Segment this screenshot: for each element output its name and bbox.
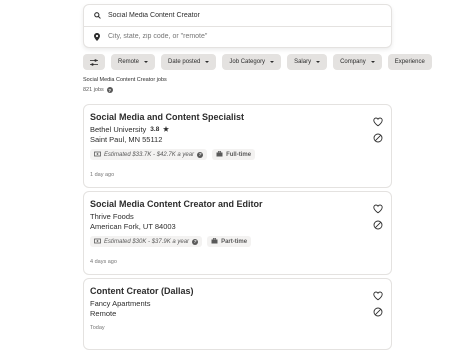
results-count-text: 821 jobs xyxy=(83,87,104,93)
caret-down-icon xyxy=(370,61,375,63)
salary-tag: Estimated $30K - $37.9K a year ? xyxy=(90,236,203,247)
filter-job-category[interactable]: Job Category xyxy=(222,54,282,70)
filter-label: Date posted xyxy=(168,59,201,65)
salary-tag: Estimated $33.7K - $42.7K a year ? xyxy=(90,149,208,160)
company-line: Thrive Foods xyxy=(90,212,134,221)
what-input[interactable] xyxy=(108,12,368,19)
company-name[interactable]: Fancy Apartments xyxy=(90,299,150,308)
job-card[interactable]: Social Media and Content Specialist Beth… xyxy=(83,104,392,188)
results-title: Social Media Content Creator jobs xyxy=(83,77,167,83)
what-row xyxy=(84,5,391,27)
company-line: Fancy Apartments xyxy=(90,299,150,308)
company-rating: 3.8 xyxy=(150,126,160,133)
filter-label: Salary xyxy=(294,59,312,65)
filter-remote[interactable]: Remote xyxy=(111,54,156,70)
sliders-icon xyxy=(90,53,98,71)
money-icon xyxy=(94,238,101,246)
caret-down-icon xyxy=(205,61,210,63)
where-row xyxy=(84,26,391,47)
briefcase-icon xyxy=(211,237,218,246)
job-card[interactable]: Content Creator (Dallas) Fancy Apartment… xyxy=(83,278,392,350)
help-icon[interactable]: ? xyxy=(197,151,204,158)
filter-label: Job Category xyxy=(229,59,266,65)
job-type-text: Part-time xyxy=(221,238,248,245)
company-name[interactable]: Bethel University xyxy=(90,125,146,134)
filter-label: Experience xyxy=(394,59,425,65)
company-line: Bethel University 3.8 xyxy=(90,125,170,134)
results-count: 821 jobs ? xyxy=(83,87,113,93)
job-type-text: Full-time xyxy=(226,151,252,158)
posted-date: 1 day ago xyxy=(90,172,115,178)
salary-text: Estimated $33.7K - $42.7K a year xyxy=(104,151,195,158)
money-icon xyxy=(94,151,101,159)
search-box xyxy=(83,4,392,48)
caret-down-icon xyxy=(144,61,149,63)
star-icon xyxy=(163,125,170,134)
not-interested-icon[interactable] xyxy=(373,217,383,230)
filter-experience[interactable]: Experience xyxy=(387,54,432,70)
search-icon xyxy=(86,12,108,19)
salary-text: Estimated $30K - $37.9K a year xyxy=(104,238,190,245)
help-icon[interactable]: ? xyxy=(106,87,113,93)
job-title[interactable]: Social Media Content Creator and Editor xyxy=(90,199,263,209)
posted-date: Today xyxy=(90,325,105,331)
job-location: American Fork, UT 84003 xyxy=(90,222,176,231)
heart-icon[interactable] xyxy=(373,201,383,214)
heart-icon[interactable] xyxy=(373,288,383,301)
company-name[interactable]: Thrive Foods xyxy=(90,212,134,221)
job-card[interactable]: Social Media Content Creator and Editor … xyxy=(83,191,392,275)
filter-bar: Remote Date posted Job Category Salary C… xyxy=(83,54,432,70)
location-pin-icon xyxy=(86,32,108,41)
job-type-tag: Part-time xyxy=(207,236,252,247)
briefcase-icon xyxy=(216,150,223,159)
job-location: Saint Paul, MN 55112 xyxy=(90,135,163,144)
filter-company[interactable]: Company xyxy=(333,54,382,70)
job-tags: Estimated $33.7K - $42.7K a year ? Full-… xyxy=(90,149,256,160)
filter-date-posted[interactable]: Date posted xyxy=(161,54,217,70)
where-input[interactable] xyxy=(108,33,368,40)
job-location: Remote xyxy=(90,309,117,318)
job-type-tag: Full-time xyxy=(212,149,256,160)
job-title[interactable]: Social Media and Content Specialist xyxy=(90,112,244,122)
caret-down-icon xyxy=(270,61,275,63)
posted-date: 4 days ago xyxy=(90,259,117,265)
not-interested-icon[interactable] xyxy=(373,304,383,317)
help-icon[interactable]: ? xyxy=(192,238,199,245)
filter-salary[interactable]: Salary xyxy=(287,54,328,70)
heart-icon[interactable] xyxy=(373,114,383,127)
filter-label: Company xyxy=(340,59,366,65)
job-tags: Estimated $30K - $37.9K a year ? Part-ti… xyxy=(90,236,252,247)
job-title[interactable]: Content Creator (Dallas) xyxy=(90,286,194,296)
filter-label: Remote xyxy=(118,59,140,65)
caret-down-icon xyxy=(316,61,321,63)
all-filters-button[interactable] xyxy=(83,54,105,70)
not-interested-icon[interactable] xyxy=(373,130,383,143)
